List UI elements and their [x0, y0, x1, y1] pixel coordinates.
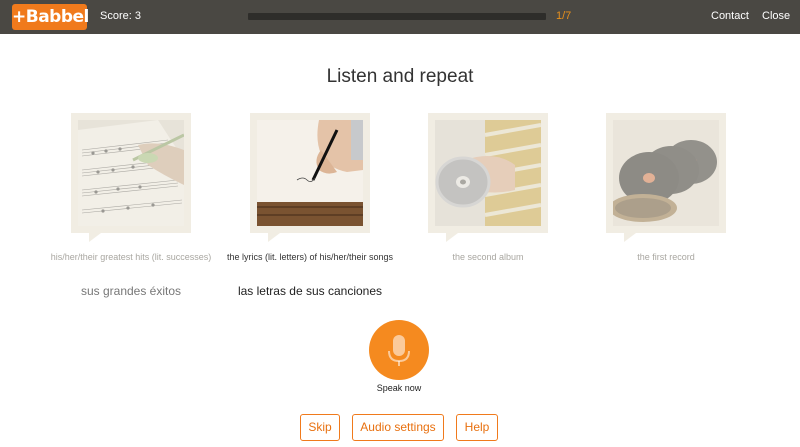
- card-english-text: the first record: [637, 252, 695, 262]
- card-english-text: the lyrics (lit. letters) of his/her/the…: [226, 252, 394, 262]
- card-image-frame[interactable]: [250, 113, 370, 242]
- progress-count: 1/7: [556, 10, 572, 22]
- speak-now-label: Speak now: [376, 383, 422, 393]
- card-spanish-text: las letras de sus canciones: [237, 284, 383, 298]
- card-image-frame[interactable]: [71, 113, 191, 242]
- card-english-text: his/her/their greatest hits (lit. succes…: [50, 252, 212, 262]
- vocab-card-1: his/her/their greatest hits (lit. succes…: [42, 113, 220, 298]
- vinyl-records-photo: [613, 120, 719, 226]
- card-image-frame[interactable]: [606, 113, 726, 242]
- skip-button[interactable]: Skip: [300, 414, 340, 441]
- close-link[interactable]: Close: [762, 10, 790, 22]
- vocab-card-3: the second album: [399, 113, 577, 262]
- babbel-logo[interactable]: +Babbel: [12, 4, 89, 30]
- contact-link[interactable]: Contact: [711, 10, 749, 22]
- speak-button[interactable]: [369, 320, 429, 380]
- cd-in-hand-photo: [435, 120, 541, 226]
- top-bar: +Babbel Score: 3 1/7 Contact Close: [0, 0, 800, 34]
- vocab-card-2: the lyrics (lit. letters) of his/her/the…: [221, 113, 399, 298]
- progress-bar: [248, 13, 546, 20]
- card-image-frame[interactable]: [428, 113, 548, 242]
- microphone-icon: [388, 335, 410, 366]
- writing-hand-photo: [257, 120, 363, 226]
- sheet-music-photo: [78, 120, 184, 226]
- help-button[interactable]: Help: [456, 414, 498, 441]
- vocab-card-4: the first record: [577, 113, 755, 262]
- page-title: Listen and repeat: [326, 66, 474, 87]
- score-label: Score: 3: [100, 10, 141, 22]
- audio-settings-button[interactable]: Audio settings: [352, 414, 444, 441]
- card-spanish-text: sus grandes éxitos: [80, 284, 182, 298]
- card-english-text: the second album: [452, 252, 524, 262]
